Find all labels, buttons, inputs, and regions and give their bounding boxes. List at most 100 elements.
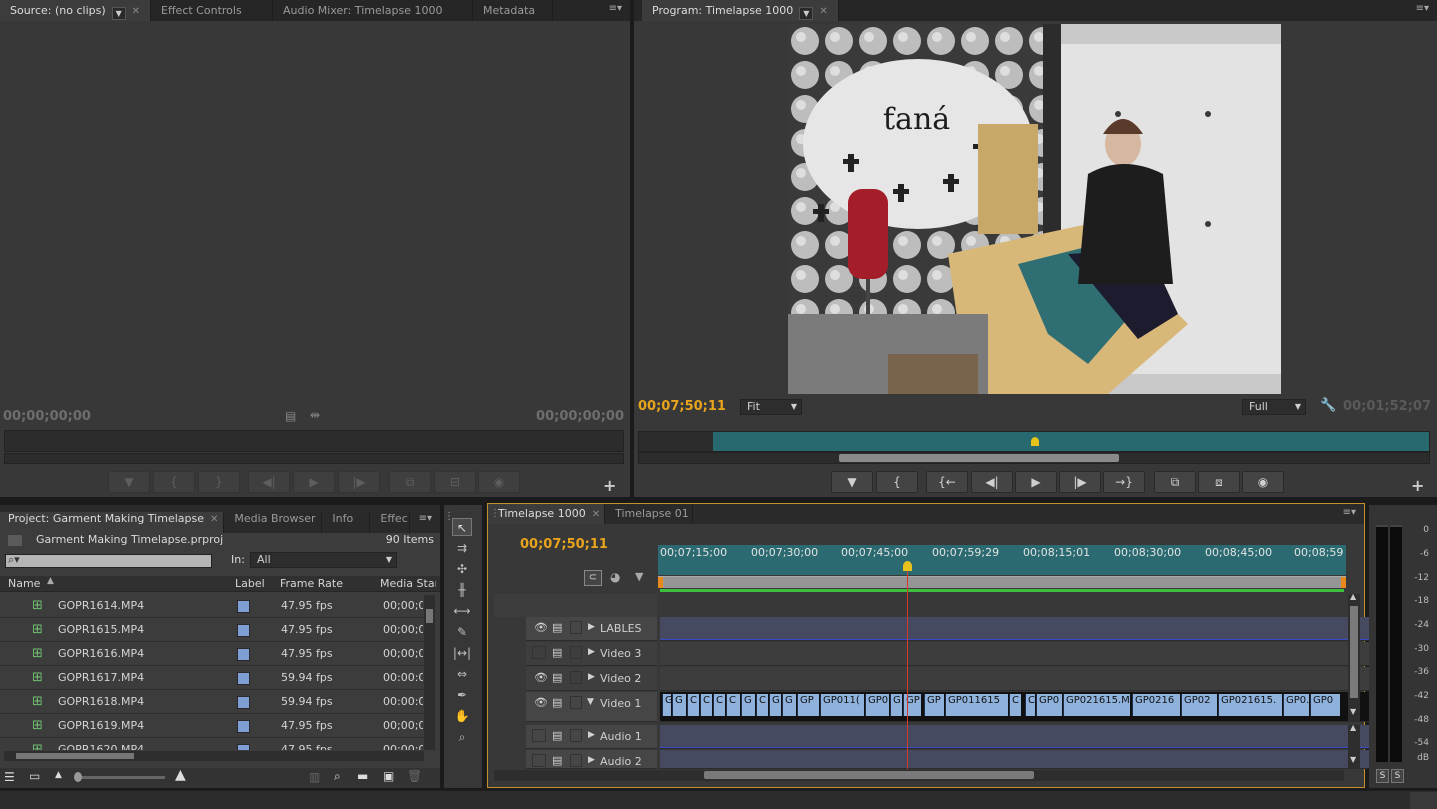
slip-tool-icon[interactable]: |↔| <box>452 644 472 662</box>
track-body-audio-2[interactable] <box>660 750 1414 769</box>
filmstrip-icon[interactable]: ▤ <box>552 729 562 742</box>
timeline-clip[interactable]: C <box>756 694 768 716</box>
panel-menu-icon[interactable]: ≡▾ <box>1416 3 1429 14</box>
rate-stretch-tool-icon[interactable]: ⟷ <box>452 602 472 620</box>
lock-toggle[interactable] <box>570 671 582 684</box>
list-item[interactable]: ⊞ GOPR1617.MP4 59.94 fps 00:00:0 <box>0 666 430 690</box>
timeline-horizontal-scrollbar[interactable] <box>494 770 1344 781</box>
dropped-frames-icon[interactable]: ⇹ <box>310 408 320 422</box>
label-swatch[interactable] <box>237 600 250 613</box>
lock-toggle[interactable] <box>570 729 582 742</box>
zoom-select[interactable]: Fit ▼ <box>740 399 802 415</box>
zoom-slider[interactable] <box>75 776 165 779</box>
timeline-clip[interactable]: GP0216 <box>1132 694 1180 716</box>
filmstrip-icon[interactable]: ▤ <box>552 754 562 767</box>
expand-arrow-icon[interactable]: ▶ <box>588 622 595 632</box>
zoom-tool-icon[interactable]: ⌕ <box>452 728 472 746</box>
timeline-timecode-current[interactable]: 00;07;50;11 <box>520 537 608 552</box>
timeline-clip[interactable]: C <box>726 694 740 716</box>
safe-margins-icon[interactable]: ▤ <box>285 409 296 423</box>
list-item[interactable]: ⊞ GOPR1614.MP4 47.95 fps 00;00;0 <box>0 594 430 618</box>
list-item[interactable]: ⊞ GOPR1620.MP4 47.95 fps 00;00;0 <box>0 738 430 750</box>
extract-button[interactable]: ⧈ <box>1198 471 1240 493</box>
timeline-clip[interactable]: C <box>713 694 725 716</box>
tab-program[interactable]: Program: Timelapse 1000 ▼ ✕ <box>642 0 839 21</box>
playback-resolution-select[interactable]: Full ▼ <box>1242 399 1306 415</box>
timeline-clip[interactable]: GP <box>903 694 921 716</box>
filmstrip-icon[interactable]: ▤ <box>552 621 562 634</box>
work-area-end-handle[interactable] <box>1341 577 1346 588</box>
new-bin-icon[interactable]: ▬ <box>357 769 368 783</box>
mark-in-button[interactable]: { <box>153 471 195 493</box>
expand-arrow-icon[interactable]: ▶ <box>588 755 595 765</box>
program-zoom-scrollbar[interactable] <box>638 452 1430 464</box>
add-marker-button[interactable]: ▼ <box>108 471 150 493</box>
timeline-clip[interactable]: G <box>769 694 781 716</box>
label-swatch[interactable] <box>237 696 250 709</box>
add-button-icon[interactable]: + <box>603 476 616 495</box>
work-area-start-handle[interactable] <box>658 577 663 588</box>
lock-toggle[interactable] <box>570 754 582 767</box>
source-zoom-scrollbar[interactable] <box>4 453 624 464</box>
slide-tool-icon[interactable]: ⇔ <box>452 665 472 683</box>
track-header-video-3[interactable]: ▤ ▶ Video 3 <box>526 642 657 666</box>
mark-in-button[interactable]: { <box>876 471 918 493</box>
track-select-tool-icon[interactable]: ⇉ <box>452 539 472 557</box>
column-frame-rate[interactable]: Frame Rate <box>280 577 343 590</box>
pen-tool-icon[interactable]: ✒ <box>452 686 472 704</box>
track-header-video-2[interactable]: 👁 ▤ ▶ Video 2 <box>526 667 657 691</box>
timeline-clip[interactable]: C <box>1025 694 1035 716</box>
program-time-ruler[interactable] <box>638 431 1430 452</box>
new-item-icon[interactable]: ▣ <box>383 769 394 783</box>
play-button[interactable]: ▶ <box>1015 471 1057 493</box>
label-swatch[interactable] <box>237 744 250 750</box>
close-icon[interactable]: ✕ <box>592 509 600 520</box>
add-marker-icon[interactable]: ▼ <box>635 570 643 583</box>
automate-icon[interactable]: ▥ <box>309 770 320 784</box>
tab-source[interactable]: Source: (no clips) ▼ ✕ <box>0 0 152 21</box>
timeline-clip[interactable]: GP0 <box>865 694 889 716</box>
go-to-in-button[interactable]: {← <box>926 471 968 493</box>
source-time-ruler[interactable] <box>4 430 624 452</box>
track-body-audio-1[interactable] <box>660 725 1414 749</box>
panel-menu-icon[interactable]: ≡▾ <box>1343 507 1356 518</box>
scroll-thumb[interactable] <box>426 609 433 623</box>
timeline-clip[interactable]: G <box>890 694 902 716</box>
export-frame-button[interactable]: ◉ <box>478 471 520 493</box>
close-icon[interactable]: ✕ <box>210 514 218 525</box>
add-marker-button[interactable]: ▼ <box>831 471 873 493</box>
tab-timelapse-01[interactable]: Timelapse 01 <box>605 504 694 524</box>
snap-icon[interactable]: ⊂ <box>584 570 602 586</box>
zoom-in-icon[interactable]: ▲ <box>175 767 186 783</box>
tab-metadata[interactable]: Metadata <box>473 0 554 21</box>
close-icon[interactable]: ✕ <box>819 6 827 17</box>
find-icon[interactable]: ⌕ <box>334 769 341 784</box>
eye-icon[interactable]: 👁 <box>534 621 548 634</box>
wrench-icon[interactable]: 🔧 <box>1320 398 1336 413</box>
scroll-thumb[interactable] <box>16 753 134 759</box>
column-name[interactable]: Name <box>8 577 40 590</box>
lock-toggle[interactable] <box>570 696 582 709</box>
timeline-clip[interactable]: G <box>741 694 755 716</box>
program-zoom-thumb[interactable] <box>839 454 1119 462</box>
step-back-button[interactable]: ◀| <box>971 471 1013 493</box>
track-header-video-1[interactable]: 👁 ▤ ▼ Video 1 <box>526 692 657 722</box>
audio-tracks-scrollbar[interactable]: ▲ ▼ <box>1348 723 1360 769</box>
expand-arrow-icon[interactable]: ▶ <box>588 647 595 657</box>
playhead-handle[interactable] <box>903 561 912 571</box>
timeline-clip[interactable]: G <box>662 694 671 716</box>
lock-toggle[interactable] <box>570 646 582 659</box>
speaker-toggle[interactable] <box>532 729 546 742</box>
track-body-video-3[interactable] <box>660 642 1414 666</box>
add-button-icon[interactable]: + <box>1411 476 1424 495</box>
scroll-up-icon[interactable]: ▲ <box>1350 592 1356 601</box>
track-header-lables[interactable]: 👁 ▤ ▶ LABLES <box>526 617 657 641</box>
tab-timelapse-1000[interactable]: Timelapse 1000 ✕ <box>488 504 606 524</box>
list-view-icon[interactable]: ☰ <box>4 770 15 784</box>
track-header-audio-1[interactable]: ▤ ▶ Audio 1 <box>526 725 657 749</box>
label-swatch[interactable] <box>237 648 250 661</box>
track-body-lables[interactable] <box>660 617 1414 641</box>
eye-toggle[interactable] <box>532 646 546 659</box>
timeline-clip[interactable]: GP0 <box>1036 694 1062 716</box>
timeline-clip[interactable]: GP <box>924 694 944 716</box>
